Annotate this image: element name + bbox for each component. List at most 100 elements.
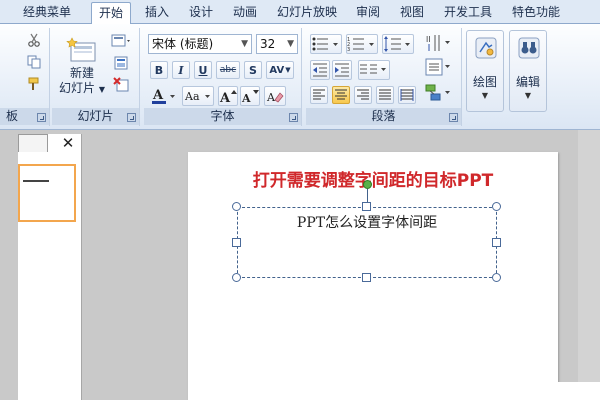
- resize-handle-bottom-left[interactable]: [232, 273, 241, 282]
- rotate-handle[interactable]: [363, 180, 372, 189]
- resize-handle-left[interactable]: [232, 238, 241, 247]
- underline-button[interactable]: U: [194, 61, 212, 79]
- tab-review[interactable]: 审阅: [350, 2, 386, 24]
- svg-text:3: 3: [347, 47, 350, 52]
- ribbon-tab-bar: 经典菜单 开始 插入 设计 动画 幻灯片放映 审阅 视图 开发工具 特色功能: [0, 0, 600, 25]
- clear-formatting-button[interactable]: A: [264, 86, 286, 106]
- font-size-value: 32: [260, 37, 276, 51]
- new-slide-icon: [66, 36, 96, 61]
- character-spacing-label: AV: [269, 64, 285, 76]
- paragraph-launcher-icon[interactable]: [449, 113, 458, 122]
- resize-handle-top[interactable]: [362, 202, 371, 211]
- font-size-combo[interactable]: 32 ▼: [256, 34, 298, 54]
- font-launcher-icon[interactable]: [289, 113, 298, 122]
- numbering-button[interactable]: 123: [346, 34, 378, 54]
- slides-pane-tab[interactable]: [18, 134, 48, 152]
- text-box-content[interactable]: PPT怎么设置字体间距: [238, 212, 496, 232]
- reset-icon: [114, 56, 128, 70]
- layout-button[interactable]: [110, 32, 132, 50]
- tab-features[interactable]: 特色功能: [506, 2, 566, 24]
- new-slide-label-1: 新建: [69, 65, 94, 80]
- chevron-down-icon: ▼: [524, 91, 532, 100]
- group-paragraph: 123 ll 段落: [306, 28, 462, 126]
- scrollbar-area[interactable]: [578, 130, 600, 400]
- layout-icon: [111, 34, 130, 47]
- group-font: 宋体 (标题) ▼ 32 ▼ B I U abc S AV ▼ A Aa A A…: [144, 28, 302, 126]
- chevron-down-icon: ▼: [481, 91, 489, 100]
- group-label-font: 字体: [144, 108, 301, 125]
- resize-handle-top-right[interactable]: [492, 202, 501, 211]
- chevron-down-icon: ▼: [285, 66, 291, 74]
- align-left-button[interactable]: [310, 86, 328, 104]
- tab-developer[interactable]: 开发工具: [438, 2, 498, 24]
- change-case-button[interactable]: Aa: [182, 86, 214, 106]
- slides-launcher-icon[interactable]: [127, 113, 136, 122]
- grow-font-button[interactable]: A: [218, 86, 238, 106]
- resize-handle-right[interactable]: [492, 238, 501, 247]
- ribbon: 板 新建 幻灯片 ▼ 幻灯片 宋体 (标题) ▼ 32 ▼ B I U abc …: [0, 24, 600, 130]
- resize-handle-top-left[interactable]: [232, 202, 241, 211]
- align-text-button[interactable]: [424, 56, 456, 78]
- clipboard-launcher-icon[interactable]: [37, 113, 46, 122]
- bold-button[interactable]: B: [150, 61, 168, 79]
- columns-button[interactable]: [358, 60, 390, 80]
- editing-button[interactable]: 编辑 ▼: [509, 30, 547, 112]
- binoculars-icon: [518, 37, 540, 59]
- increase-indent-button[interactable]: [332, 60, 352, 80]
- reset-button[interactable]: [110, 54, 132, 72]
- align-center-button[interactable]: [332, 86, 350, 104]
- tab-slideshow[interactable]: 幻灯片放映: [272, 2, 342, 24]
- svg-text:A: A: [152, 88, 164, 103]
- tab-view[interactable]: 视图: [394, 2, 430, 24]
- line-spacing-button[interactable]: [382, 34, 414, 54]
- group-label-slides: 幻灯片: [52, 108, 139, 125]
- editing-label: 编辑: [515, 75, 540, 89]
- grow-font-icon: A: [219, 90, 237, 104]
- slide-canvas[interactable]: 打开需要调整字间距的目标PPT PPT怎么设置字体间距: [188, 152, 558, 400]
- text-direction-icon: ll: [426, 35, 450, 51]
- tab-classic-menu[interactable]: 经典菜单: [14, 2, 80, 24]
- drawing-label: 绘图: [472, 75, 497, 89]
- shrink-font-icon: A: [241, 90, 259, 104]
- delete-slide-button[interactable]: [110, 76, 132, 94]
- decrease-indent-button[interactable]: [310, 60, 330, 80]
- font-name-combo[interactable]: 宋体 (标题) ▼: [148, 34, 252, 54]
- cut-icon[interactable]: [26, 32, 42, 48]
- selected-text-box[interactable]: PPT怎么设置字体间距: [237, 207, 497, 278]
- bullets-icon: [312, 37, 338, 51]
- close-icon[interactable]: ✕: [60, 135, 76, 151]
- tab-animation[interactable]: 动画: [227, 2, 263, 24]
- font-color-icon: A: [152, 88, 175, 104]
- numbering-icon: 123: [347, 37, 374, 52]
- group-label-paragraph: 段落: [306, 108, 461, 125]
- clear-formatting-icon: A: [266, 91, 284, 104]
- tab-design[interactable]: 设计: [183, 2, 219, 24]
- delete-slide-icon: [113, 77, 129, 92]
- align-right-button[interactable]: [354, 86, 372, 104]
- slide-thumbnail[interactable]: [18, 164, 76, 222]
- decrease-indent-icon: [313, 63, 327, 77]
- justify-icon: [379, 89, 391, 100]
- tab-insert[interactable]: 插入: [139, 2, 175, 24]
- align-center-icon: [335, 89, 347, 100]
- strikethrough-button[interactable]: abc: [216, 61, 240, 79]
- copy-icon[interactable]: [26, 54, 42, 70]
- distributed-button[interactable]: [398, 86, 416, 104]
- italic-button[interactable]: I: [172, 61, 190, 79]
- new-slide-button[interactable]: 新建 幻灯片 ▼: [56, 30, 108, 102]
- text-shadow-button[interactable]: S: [244, 61, 262, 79]
- resize-handle-bottom-right[interactable]: [492, 273, 501, 282]
- justify-button[interactable]: [376, 86, 394, 104]
- resize-handle-bottom[interactable]: [362, 273, 371, 282]
- slide-title[interactable]: 打开需要调整字间距的目标PPT: [188, 166, 558, 191]
- format-painter-icon[interactable]: [26, 76, 42, 92]
- line-spacing-icon: [384, 36, 410, 52]
- text-direction-button[interactable]: ll: [424, 32, 456, 54]
- font-color-button[interactable]: A: [150, 86, 178, 106]
- shrink-font-button[interactable]: A: [240, 86, 260, 106]
- character-spacing-button[interactable]: AV ▼: [266, 61, 294, 79]
- tab-home[interactable]: 开始: [91, 2, 131, 25]
- bullets-button[interactable]: [310, 34, 342, 54]
- smartart-button[interactable]: [424, 82, 456, 104]
- drawing-button[interactable]: 绘图 ▼: [466, 30, 504, 112]
